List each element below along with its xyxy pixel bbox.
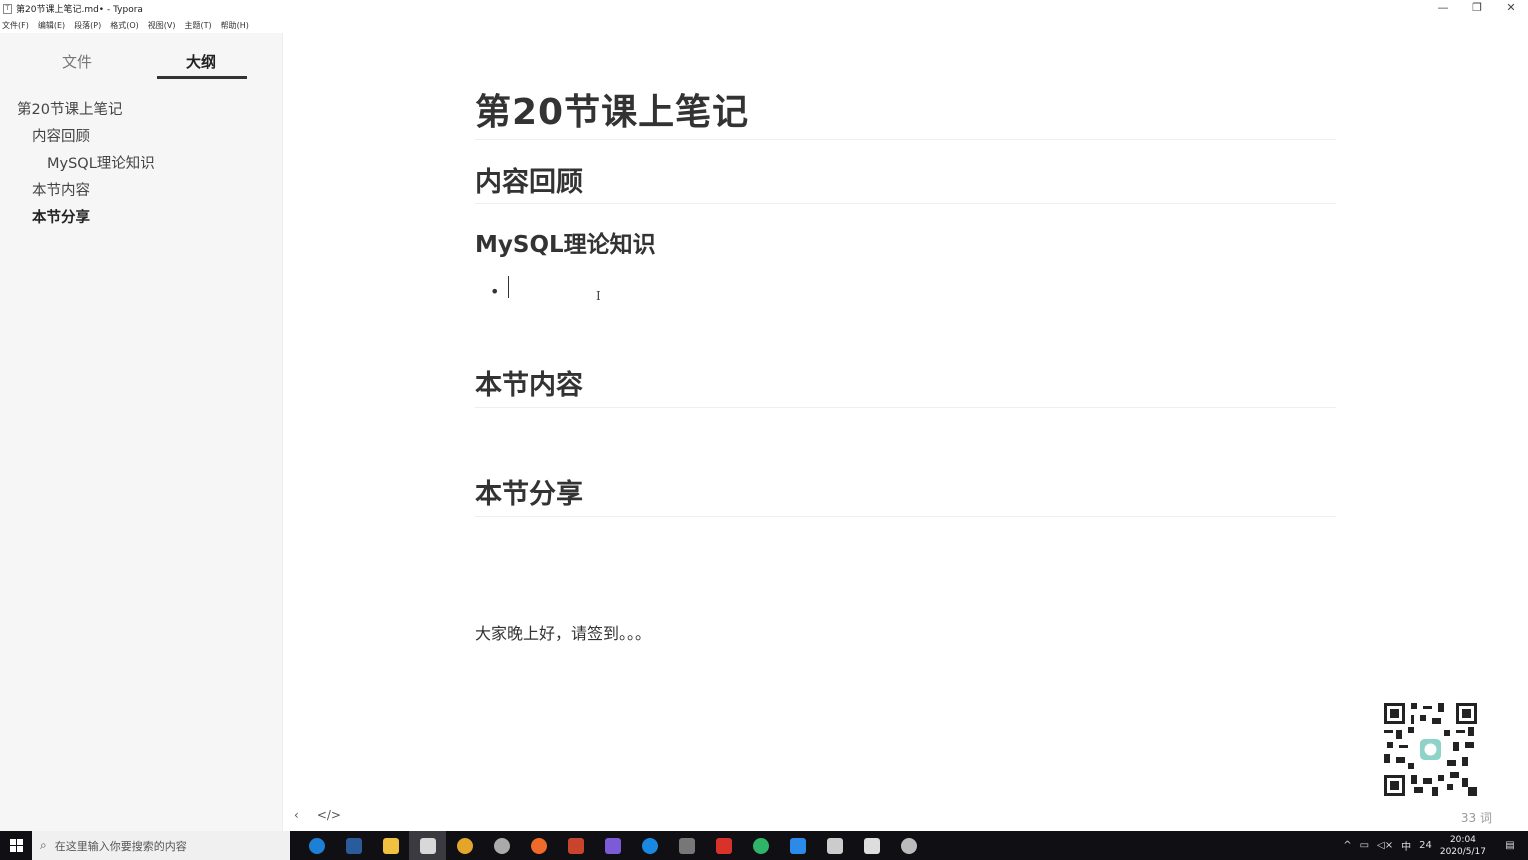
taskbar-app-typora[interactable] [409,831,446,860]
outline-item-content[interactable]: 本节内容 [32,179,90,200]
tool-icon [900,837,917,854]
clock[interactable]: 20:04 2020/5/17 [1440,834,1486,858]
taskbar-app-edge[interactable] [298,831,335,860]
window-title: 第20节课上笔记.md• - Typora [16,5,143,15]
heading-divider [475,203,1336,204]
toggle-sidebar-icon[interactable]: ‹ [294,808,299,822]
ime-indicator[interactable]: 中 [1401,838,1411,853]
taskbar-app-steam[interactable] [335,831,372,860]
windows-icon [9,839,23,852]
source-mode-icon[interactable]: </> [317,808,341,822]
explorer-icon [382,837,399,854]
bullet-point: • [490,282,500,301]
taskbar-app-feishu[interactable] [742,831,779,860]
taskbar-app-chrome[interactable] [446,831,483,860]
volume-icon[interactable]: ◁× [1377,840,1393,851]
taskbar-app-obs[interactable] [483,831,520,860]
heading-divider [475,407,1336,408]
text-caret [508,276,509,298]
tab-outline[interactable]: 大纲 [186,51,216,72]
heading-1[interactable]: 第20节课上笔记 [475,83,749,135]
heading-divider [475,139,1336,140]
restore-button[interactable]: ❐ [1460,0,1494,17]
taskbar-app-postman[interactable] [520,831,557,860]
menu-paragraph[interactable]: 段落(P) [74,20,101,31]
feishu-icon [752,837,769,854]
edge-icon [308,837,325,854]
chevron-up-icon[interactable]: ^ [1343,840,1351,851]
tab-files[interactable]: 文件 [62,51,92,72]
goland-icon [604,837,621,854]
taskbar-search[interactable]: ⌕ 在这里输入你要搜索的内容 [32,831,290,860]
clock-date: 2020/5/17 [1439,846,1486,857]
close-button[interactable]: ✕ [1494,0,1528,17]
menu-format[interactable]: 格式(O) [110,20,139,31]
menu-file[interactable]: 文件(F) [2,20,29,31]
calculator-icon [863,837,880,854]
taskbar-app-terminal[interactable] [668,831,705,860]
heading-share[interactable]: 本节分享 [475,472,583,511]
heading-mysql[interactable]: MySQL理论知识 [475,225,656,259]
window-controls: — ❐ ✕ [1426,0,1528,17]
ibeam-cursor-icon: I [596,289,601,303]
qr-code-image [1384,703,1477,796]
word-count[interactable]: 33 词 [1461,809,1492,826]
typora-icon [419,837,436,854]
network-icon[interactable]: ▭ [1360,840,1369,851]
sidebar-tabs: 文件 大纲 [0,33,283,83]
outline-item-review[interactable]: 内容回顾 [32,125,90,146]
outline-item-share[interactable]: 本节分享 [32,206,90,227]
chrome-icon [456,837,473,854]
postman-icon [530,837,547,854]
minimize-button[interactable]: — [1426,0,1460,17]
pdf-icon [715,837,732,854]
taskbar-app-calculator[interactable] [853,831,890,860]
menu-edit[interactable]: 编辑(E) [38,20,65,31]
heading-divider [475,516,1336,517]
heading-review[interactable]: 内容回顾 [475,160,583,199]
title-bar: T 第20节课上笔记.md• - Typora — ❐ ✕ [0,0,1528,17]
menu-theme[interactable]: 主题(T) [184,20,211,31]
terminal-icon [678,837,695,854]
taskbar-app-tool[interactable] [890,831,927,860]
paragraph-text[interactable]: 大家晚上好，请签到。。。 [475,620,651,644]
tray-number[interactable]: 24 [1419,840,1432,851]
notification-icon[interactable]: ▤ [1498,840,1522,851]
taskbar-app-explorer[interactable] [372,831,409,860]
fiddler-icon [567,837,584,854]
editor-footer-controls: ‹ </> [294,808,341,822]
search-placeholder: 在这里输入你要搜索的内容 [54,839,187,853]
typora-app-icon: T [3,3,12,14]
outline-item-mysql[interactable]: MySQL理论知识 [47,152,155,173]
outline-item-title[interactable]: 第20节课上笔记 [17,98,122,119]
sidebar: 文件 大纲 第20节课上笔记 内容回顾 MySQL理论知识 本节内容 本节分享 [0,33,283,831]
active-tab-indicator [157,76,247,79]
taskbar: ⌕ 在这里输入你要搜索的内容 ^ ▭ ◁× 中 24 20:04 2020/5/… [0,831,1528,860]
clock-time: 20:04 [1449,834,1476,845]
obs-icon [493,837,510,854]
taskbar-app-card[interactable] [816,831,853,860]
heading-content[interactable]: 本节内容 [475,363,583,402]
taskbar-app-vscode[interactable] [779,831,816,860]
menu-view[interactable]: 视图(V) [148,20,176,31]
taskbar-app-pdf[interactable] [705,831,742,860]
system-tray: ^ ▭ ◁× 中 24 20:04 2020/5/17 ▤ [1343,831,1528,860]
taskbar-app-fiddler[interactable] [557,831,594,860]
taskbar-app-browser[interactable] [631,831,668,860]
vscode-icon [789,837,806,854]
menu-bar: 文件(F) 编辑(E) 段落(P) 格式(O) 视图(V) 主题(T) 帮助(H… [0,17,1528,33]
card-icon [826,837,843,854]
taskbar-apps [298,831,927,860]
start-button[interactable] [0,831,32,860]
search-icon: ⌕ [40,838,47,852]
browser-icon [641,837,658,854]
menu-help[interactable]: 帮助(H) [221,20,249,31]
steam-icon [345,837,362,854]
editor-area[interactable]: 第20节课上笔记 内容回顾 MySQL理论知识 • I 本节内容 本节分享 大家… [284,33,1528,831]
taskbar-app-goland[interactable] [594,831,631,860]
